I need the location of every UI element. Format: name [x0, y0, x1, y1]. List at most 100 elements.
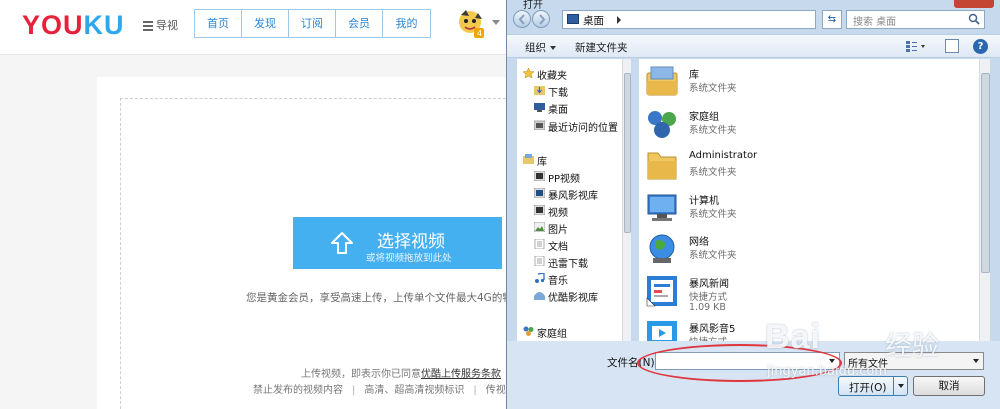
chevron-down-icon — [550, 46, 556, 50]
rule-link-hd[interactable]: 高清、超高清视频标识 — [364, 385, 464, 396]
dialog-footer: 文件名(N): 所有文件 打开(O) 取消 — [507, 341, 1000, 409]
back-button[interactable] — [513, 10, 531, 28]
chevron-down-icon — [973, 359, 979, 363]
file-list-scrollbar[interactable] — [979, 59, 990, 341]
agreement-prefix: 上传视频，即表示你已同意 — [301, 369, 421, 380]
file-item-computer[interactable]: 计算机 系统文件夹 — [645, 191, 945, 231]
nav-scrollbar[interactable] — [622, 59, 631, 341]
cancel-button[interactable]: 取消 — [913, 376, 985, 396]
video-icon — [534, 205, 545, 215]
address-text: 桌面 — [583, 15, 604, 27]
split-divider — [893, 377, 894, 395]
back-arrow-icon — [518, 14, 525, 25]
library-icon — [523, 154, 534, 164]
refresh-button[interactable]: ⇆ — [822, 10, 842, 29]
star-icon — [523, 68, 534, 78]
video-library-icon — [534, 292, 545, 300]
avatar[interactable]: 4 — [456, 9, 486, 39]
logo-part-you: YOU — [22, 10, 84, 40]
filetype-value: 所有文件 — [848, 359, 888, 370]
recent-places-icon — [534, 120, 545, 130]
rule-link-upload[interactable]: 传视 — [486, 385, 506, 396]
file-item-homegroup[interactable]: 家庭组 系统文件夹 — [645, 107, 945, 147]
dialog-title: 打开 — [523, 0, 543, 11]
filetype-select[interactable]: 所有文件 — [844, 352, 984, 370]
chevron-down-icon[interactable] — [898, 384, 904, 388]
music-icon — [535, 273, 545, 283]
file-item-network[interactable]: 网络 系统文件夹 — [645, 232, 945, 272]
desktop-icon — [534, 103, 545, 112]
file-item-baofeng-news[interactable]: 暴风新闻 快捷方式 1.09 KB — [645, 274, 945, 314]
organize-menu[interactable]: 组织 — [525, 40, 556, 55]
organize-label: 组织 — [525, 42, 546, 54]
nav-label: 库 — [537, 157, 547, 168]
open-button[interactable]: 打开(O) — [838, 376, 908, 396]
file-name: 计算机 — [689, 196, 719, 207]
upload-icon — [331, 232, 353, 254]
youku-page: YOUKU 导视 首页 发现 订阅 会员 我的 4 选择视频 或将视频拖放到此处… — [0, 0, 506, 409]
nav-label: 文档 — [548, 242, 568, 253]
forward-button[interactable] — [532, 10, 550, 28]
filename-input[interactable] — [655, 352, 840, 370]
nav-member[interactable]: 会员 — [336, 10, 383, 37]
search-input[interactable]: 搜索 桌面 — [846, 10, 985, 29]
file-type: 系统文件夹 — [689, 167, 737, 178]
file-name: 库 — [689, 70, 699, 81]
nav-label: 桌面 — [548, 105, 568, 116]
file-item-administrator[interactable]: Administrator 系统文件夹 — [645, 149, 945, 189]
address-bar[interactable]: 桌面 — [562, 10, 816, 29]
file-name: 网络 — [689, 237, 709, 248]
nav-label: 优酷影视库 — [548, 293, 598, 304]
user-folder-icon — [647, 152, 677, 180]
nav-label: PP视频 — [548, 174, 581, 185]
terms-link[interactable]: 优酷上传服务条款 — [421, 369, 501, 380]
nav-label: 图片 — [548, 225, 568, 236]
file-type: 系统文件夹 — [689, 209, 737, 220]
nav-home[interactable]: 首页 — [195, 10, 242, 37]
help-icon[interactable]: ? — [973, 39, 988, 54]
open-file-dialog: 打开 桌面 ⇆ 搜索 桌面 组织 新建文件夹 ? 收藏夹 下载 桌面 最近访问的… — [506, 0, 1000, 409]
desktop-icon — [567, 14, 579, 24]
rules-links: 禁止发布的视频内容 | 高清、超高清视频标识 | 传视 — [253, 385, 506, 396]
news-app-icon — [646, 276, 677, 307]
forward-arrow-icon — [539, 14, 546, 25]
nav-discover[interactable]: 发现 — [242, 10, 289, 37]
filename-label: 文件名(N): — [607, 357, 659, 369]
close-button[interactable] — [954, 0, 994, 8]
preview-pane-button[interactable] — [945, 39, 959, 53]
new-folder-button[interactable]: 新建文件夹 — [575, 40, 628, 55]
computer-icon — [647, 194, 677, 221]
file-name: 家庭组 — [689, 112, 719, 123]
screenshot: YOUKU 导视 首页 发现 订阅 会员 我的 4 选择视频 或将视频拖放到此处… — [0, 0, 1000, 409]
navigation-pane: 收藏夹 下载 桌面 最近访问的位置 库 PP视频 暴风影视库 视频 图片 文档 … — [517, 59, 631, 341]
homegroup-icon — [523, 326, 534, 336]
search-placeholder: 搜索 桌面 — [853, 17, 897, 28]
file-type: 系统文件夹 — [689, 83, 737, 94]
refresh-icon: ⇆ — [827, 14, 837, 25]
youku-logo[interactable]: YOUKU — [22, 10, 125, 41]
scrollbar-thumb[interactable] — [981, 73, 990, 273]
nav-subscribe[interactable]: 订阅 — [289, 10, 336, 37]
chevron-down-icon[interactable] — [492, 20, 500, 25]
file-name: 暴风新闻 — [689, 279, 729, 290]
guide-menu[interactable]: 导视 — [143, 17, 178, 33]
file-type: 快捷方式 — [689, 292, 728, 303]
nav-label: 音乐 — [548, 276, 568, 287]
rule-link-prohibited[interactable]: 禁止发布的视频内容 — [253, 385, 343, 396]
youku-nav: 首页 发现 订阅 会员 我的 — [194, 9, 431, 38]
open-button-label: 打开(O) — [849, 382, 887, 394]
document-icon — [534, 239, 545, 249]
chevron-down-icon[interactable] — [829, 359, 835, 363]
dialog-toolbar: 组织 新建文件夹 ? — [507, 34, 1000, 58]
scrollbar-thumb[interactable] — [624, 73, 631, 233]
file-list: 库 系统文件夹 家庭组 系统文件夹 Administrator 系统文件夹 计算… — [639, 59, 990, 351]
svg-text:4: 4 — [477, 29, 482, 38]
nav-label: 收藏夹 — [537, 71, 567, 82]
file-type: 系统文件夹 — [689, 125, 737, 136]
chevron-right-icon[interactable] — [617, 16, 621, 24]
file-item-libraries[interactable]: 库 系统文件夹 — [645, 65, 945, 105]
nav-mine[interactable]: 我的 — [383, 10, 430, 37]
download-folder-icon — [534, 86, 545, 95]
view-options-icon[interactable] — [905, 40, 927, 53]
select-video-button[interactable]: 选择视频 或将视频拖放到此处 — [293, 217, 502, 269]
